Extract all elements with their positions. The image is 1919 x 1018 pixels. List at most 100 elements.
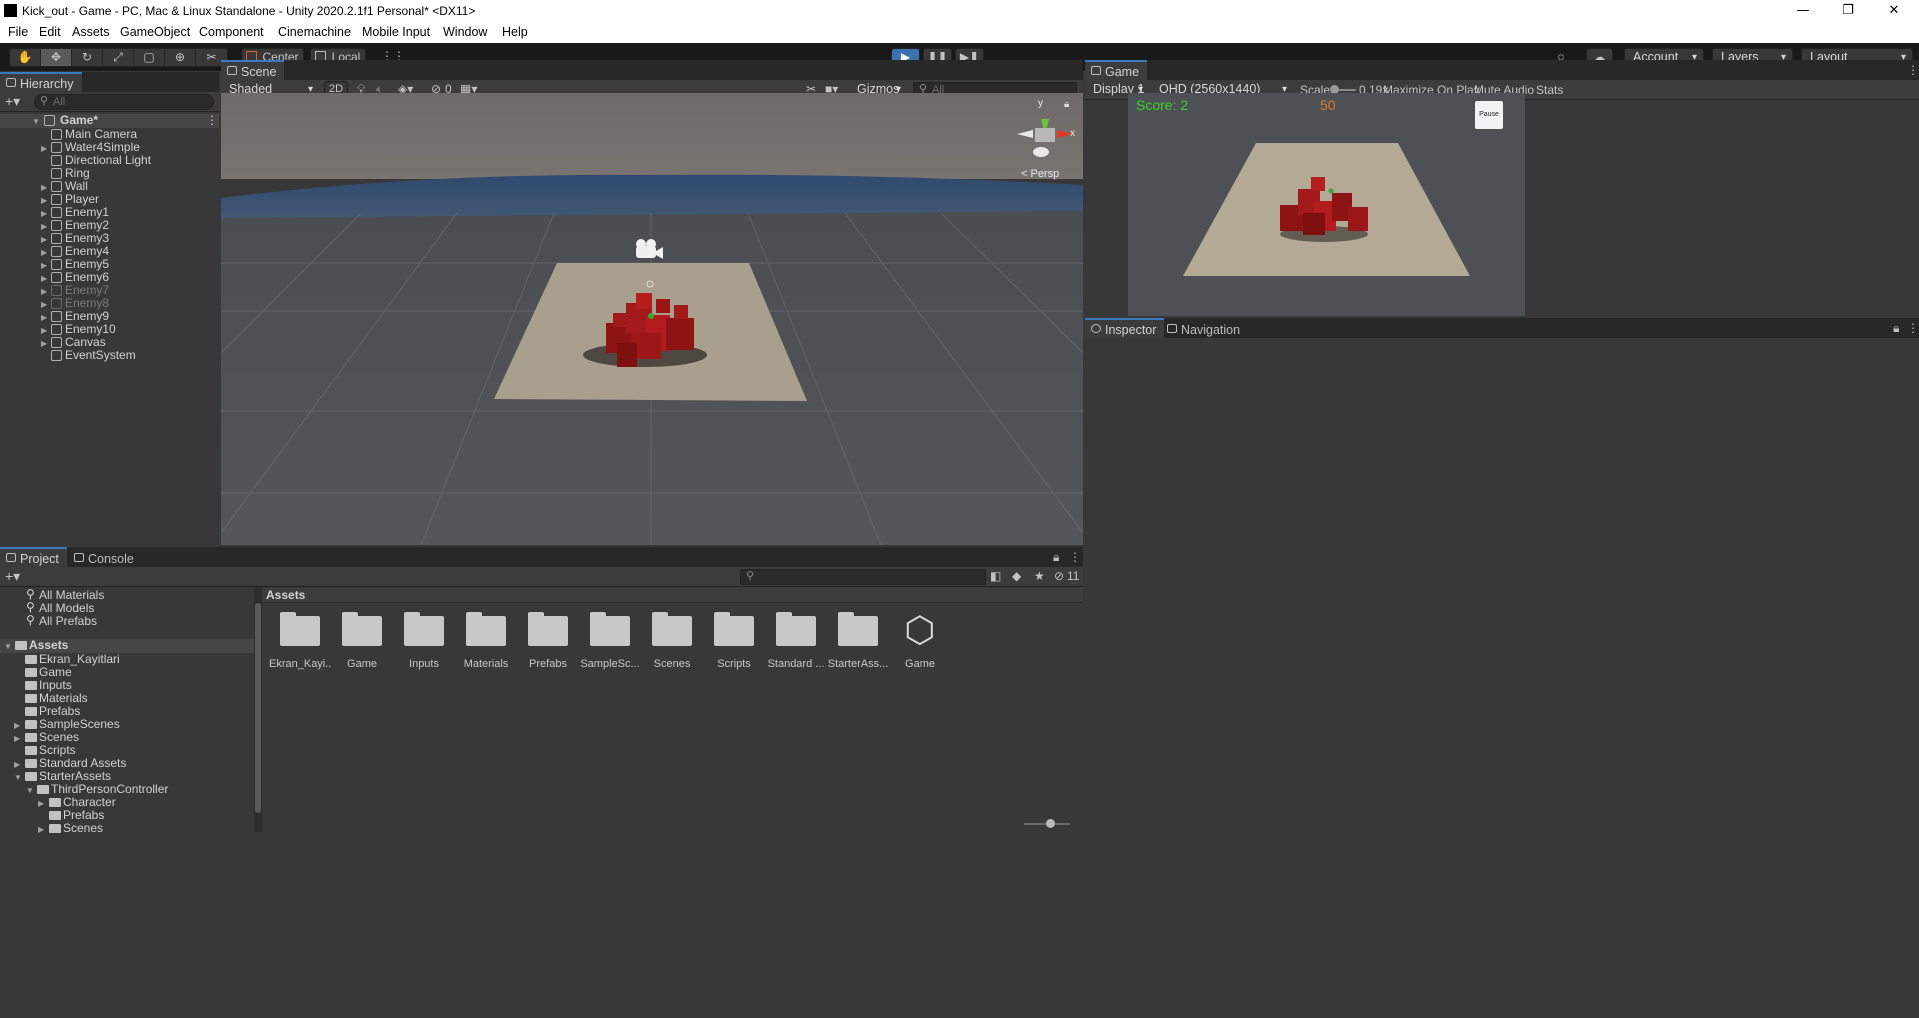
gameobject-cube-icon [51,298,62,309]
rect-tool-icon[interactable]: ▢ [134,49,165,66]
fold-open-icon[interactable]: ▼ [4,640,12,653]
tab-console[interactable]: Console [68,547,142,567]
move-tool-icon[interactable]: ✥ [41,49,72,66]
hierarchy-item[interactable]: ▶ Enemy1 [0,206,219,219]
fold-closed-icon[interactable]: ▶ [14,732,20,745]
hierarchy-item[interactable]: ▶ Enemy10 [0,323,219,336]
folder-icon [25,772,37,781]
folder-icon [25,720,37,729]
scene-panel: Scene ⋮ Shaded 2D 💡︎ 🔈︎ ◈▾ ⊘ 0 ▦▾ ✂ ■▾ G… [221,60,1299,545]
favorite-star-icon[interactable]: ★ [1034,569,1045,583]
rotate-tool-icon[interactable]: ↻ [72,49,103,66]
hand-tool-icon[interactable]: ✋ [10,49,41,66]
hierarchy-search-input[interactable]: All [34,94,214,110]
hierarchy-item[interactable]: ▶ Player [0,193,219,206]
project-search-input[interactable] [740,569,986,585]
gizmo-axis-y: y [1038,98,1043,109]
asset-label: Scripts [717,658,751,670]
scene-viewport[interactable]: y x 🔒︎ < Persp [221,93,1083,545]
fold-open-icon[interactable]: ▼ [14,771,22,784]
tab-inspector[interactable]: Inspector [1085,318,1165,338]
gameobject-cube-icon [51,129,62,140]
asset-label: SampleSc... [580,658,640,670]
menu-edit[interactable]: Edit [39,25,61,39]
fold-closed-icon[interactable]: ▶ [38,797,44,810]
fold-closed-icon[interactable]: ▶ [14,719,20,732]
tab-project[interactable]: Project [0,547,67,567]
menu-gameobject[interactable]: GameObject [120,25,190,39]
folder-icon [528,612,568,646]
hierarchy-item[interactable]: EventSystem [0,349,219,362]
project-toolbar: +▾ ◧ ◆ ★ ⊘ 11 [0,567,1083,587]
inspector-lock-icon[interactable]: 🔒︎ [1893,321,1899,336]
stats-toggle[interactable]: Stats [1536,83,1563,97]
menu-mobile-input[interactable]: Mobile Input [362,25,430,39]
project-create-icon[interactable]: +▾ [5,568,20,585]
gizmo-lock-icon[interactable]: 🔒︎ [1064,99,1069,110]
hierarchy-item[interactable]: ▶ Enemy3 [0,232,219,245]
fold-closed-icon[interactable]: ▶ [14,758,20,771]
close-button[interactable]: ✕ [1872,1,1916,21]
hierarchy-item[interactable]: ▶ Enemy7 [0,284,219,297]
project-tabbar: Project Console 🔒︎ ⋮ [0,547,1083,567]
hierarchy-item[interactable]: ▶ Enemy5 [0,258,219,271]
favorite-label: All Prefabs [39,614,98,628]
tab-scene[interactable]: Scene [221,60,285,80]
restore-button[interactable]: ❐ [1826,1,1870,21]
menu-window[interactable]: Window [443,25,487,39]
tab-hierarchy[interactable]: Hierarchy [0,72,82,92]
inspector-menu-icon[interactable]: ⋮ [1907,321,1919,335]
transform-tool-icon[interactable]: ⊕ [165,49,196,66]
scale-tool-icon[interactable]: ⤢ [103,49,134,66]
fold-closed-icon[interactable]: ▶ [38,823,44,836]
game-render [1128,93,1525,316]
menu-file[interactable]: File [8,25,28,39]
project-lock-icon[interactable]: 🔒︎ [1053,550,1059,565]
scrollbar-thumb[interactable] [255,603,261,813]
folder-icon [25,759,37,768]
menu-assets[interactable]: Assets [72,25,110,39]
project-menu-icon[interactable]: ⋮ [1069,550,1081,564]
asset-breadcrumb-bar: Assets [263,587,1083,603]
hierarchy-item[interactable]: ▶ Enemy6 [0,271,219,284]
hierarchy-item[interactable]: ▶ Wall [0,180,219,193]
fold-open-icon[interactable]: ▼ [32,115,40,128]
scene-menu-icon[interactable]: ⋮ [206,114,218,127]
fold-open-icon[interactable]: ▼ [26,784,34,797]
hidden-packages-icon[interactable]: ⊘ [1054,569,1064,583]
scene-root-label: Game* [60,113,99,127]
hierarchy-item[interactable]: ▶ Enemy4 [0,245,219,258]
create-add-icon[interactable]: +▾ [5,93,20,110]
menu-bar: File Edit Assets GameObject Component Ci… [0,22,1919,43]
transform-tools: ✋ ✥ ↻ ⤢ ▢ ⊕ ✂ [9,48,228,67]
breadcrumb-assets[interactable]: Assets [266,588,305,602]
folder-icon [25,681,37,690]
menu-component[interactable]: Component [199,25,264,39]
projection-toggle[interactable]: < Persp [1021,168,1059,180]
hierarchy-item[interactable]: ▶ Enemy2 [0,219,219,232]
menu-help[interactable]: Help [502,25,528,39]
folder-icon [280,612,320,646]
folder-tree-scrollbar[interactable] [254,587,262,832]
tab-game[interactable]: Game [1085,60,1148,80]
hierarchy-item[interactable]: Directional Light [0,154,219,167]
scene-root-game[interactable]: ▼ Game* ⋮ [0,114,219,128]
minimize-button[interactable]: — [1781,1,1825,21]
tab-navigation[interactable]: Navigation [1161,318,1248,338]
tree-folder-label: Scenes [63,821,104,835]
search-by-label-icon[interactable]: ◆ [1012,569,1021,583]
asset-label: Standard ... [767,658,825,670]
search-by-type-icon[interactable]: ◧ [990,569,1001,583]
hud-pause-button[interactable]: Pause [1475,101,1503,129]
game-menu-icon[interactable]: ⋮ [1907,63,1919,77]
tree-root-assets[interactable]: ▼ Assets [0,639,254,653]
menu-cinemachine[interactable]: Cinemachine [278,25,351,39]
icon-size-slider-handle[interactable] [1046,819,1055,828]
game-viewport[interactable]: Score: 2 50 Pause [1128,93,1525,316]
hierarchy-item[interactable]: Ring [0,167,219,180]
hud-score: Score: 2 [1136,97,1189,113]
gameobject-cube-icon [51,246,62,257]
hierarchy-item[interactable]: ▶ Enemy8 [0,297,219,310]
folder-icon [838,612,878,646]
gameobject-cube-icon [51,181,62,192]
